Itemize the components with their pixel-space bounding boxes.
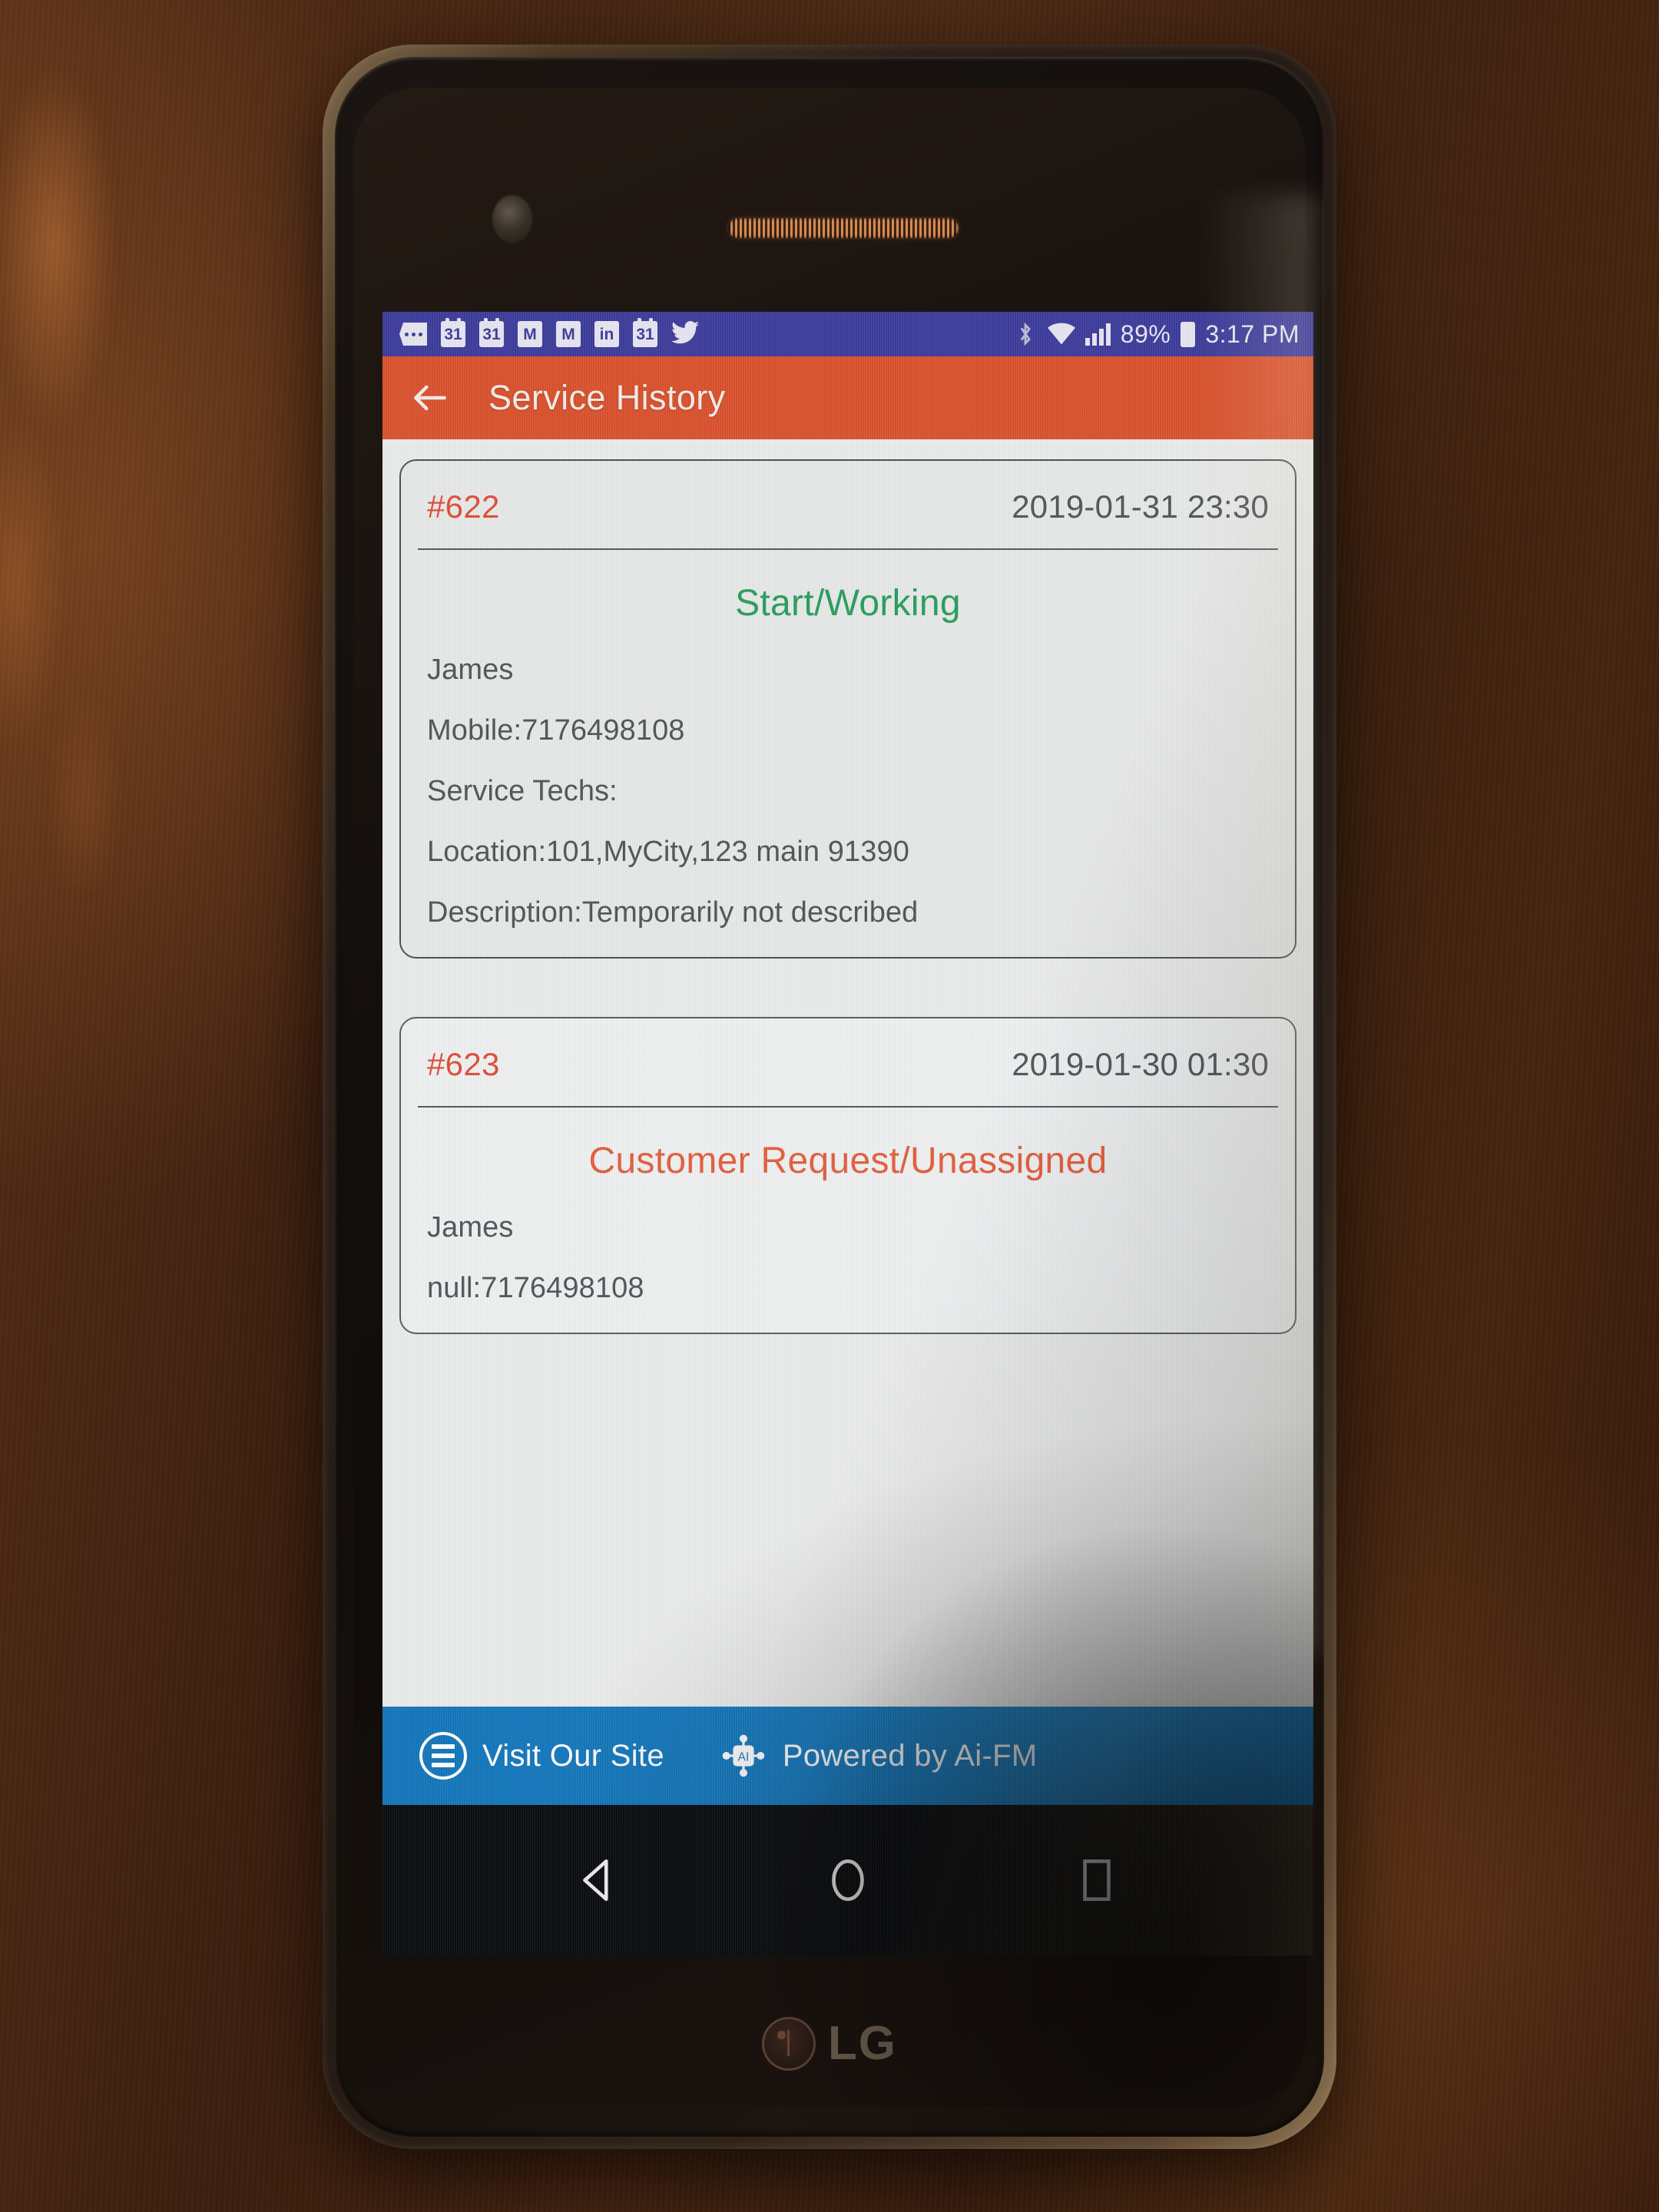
visit-our-site-button[interactable]: Visit Our Site <box>419 1732 664 1780</box>
cellular-signal-icon <box>1084 323 1111 346</box>
android-home-circle-icon[interactable] <box>820 1852 876 1909</box>
visit-our-site-label: Visit Our Site <box>482 1738 664 1773</box>
card-header: #622 2019-01-31 23:30 <box>401 461 1295 548</box>
powered-by-aifm-button[interactable]: AI Powered by Ai-FM <box>720 1732 1038 1780</box>
svg-text:AI: AI <box>738 1751 750 1764</box>
service-history-card[interactable]: #622 2019-01-31 23:30 Start/Working Jame… <box>399 459 1296 959</box>
service-status: Customer Request/Unassigned <box>588 1141 1108 1181</box>
calendar-icon: 31 <box>441 318 465 347</box>
mobile-line: Mobile:7176498108 <box>427 714 685 747</box>
service-techs-line: Service Techs: <box>427 775 618 807</box>
gmail-icon: M <box>556 321 581 347</box>
customer-name: James <box>427 654 514 686</box>
service-id: #622 <box>427 488 500 525</box>
location-line: Location:101,MyCity,123 main 91390 <box>427 836 909 868</box>
bluetooth-icon <box>1013 321 1038 347</box>
android-navigation-bar <box>382 1805 1313 1955</box>
powered-by-label: Powered by Ai-FM <box>782 1738 1038 1773</box>
bottom-action-bar: Visit Our Site AI Powered by Ai-FM <box>382 1707 1313 1805</box>
app-bar: Service History <box>382 356 1313 439</box>
description-line: Description:Temporarily not described <box>427 896 919 929</box>
ai-chip-icon: AI <box>720 1732 767 1780</box>
lg-wordmark: LG <box>827 2017 898 2070</box>
status-indicator-group: 89% 3:17 PM <box>1013 320 1300 349</box>
page-title: Service History <box>488 378 726 417</box>
service-timestamp: 2019-01-31 23:30 <box>1012 488 1269 525</box>
android-recents-square-icon[interactable] <box>1068 1852 1125 1909</box>
lg-brand-logo: LG <box>335 2016 1324 2071</box>
service-history-list[interactable]: #622 2019-01-31 23:30 Start/Working Jame… <box>382 439 1313 1805</box>
twitter-icon <box>671 320 699 348</box>
mobile-line: null:7176498108 <box>427 1272 644 1304</box>
front-camera-icon <box>492 195 532 243</box>
service-history-card[interactable]: #623 2019-01-30 01:30 Customer Request/U… <box>399 1017 1296 1334</box>
phone-body: 31 31 M M in 31 89% 3:17 PM Service Hist… <box>335 57 1324 2137</box>
wifi-icon <box>1047 323 1075 346</box>
calendar-icon: 31 <box>633 318 657 347</box>
status-bar-clock: 3:17 PM <box>1205 320 1300 348</box>
lg-mark-icon <box>761 2016 816 2071</box>
service-timestamp: 2019-01-30 01:30 <box>1012 1046 1269 1082</box>
card-header: #623 2019-01-30 01:30 <box>401 1018 1295 1106</box>
more-notifications-icon <box>399 323 427 346</box>
battery-icon <box>1181 321 1196 347</box>
service-status: Start/Working <box>735 583 961 624</box>
android-status-bar: 31 31 M M in 31 89% 3:17 PM <box>382 312 1313 356</box>
battery-percent-label: 89% <box>1120 320 1171 348</box>
android-back-triangle-icon[interactable] <box>571 1852 628 1909</box>
linkedin-icon: in <box>594 321 619 347</box>
calendar-icon: 31 <box>479 318 504 347</box>
notification-icon-group: 31 31 M M in 31 <box>399 318 699 348</box>
gmail-icon: M <box>518 321 542 347</box>
desk-carving-highlight <box>0 46 223 891</box>
lg-phone-device: 31 31 M M in 31 89% 3:17 PM Service Hist… <box>323 45 1336 2149</box>
service-id: #623 <box>427 1046 500 1082</box>
phone-screen: 31 31 M M in 31 89% 3:17 PM Service Hist… <box>382 312 1313 1955</box>
back-arrow-icon[interactable] <box>409 376 452 419</box>
hamburger-menu-circle-icon <box>419 1732 467 1780</box>
customer-name: James <box>427 1211 514 1243</box>
earpiece-speaker-icon <box>728 218 959 238</box>
